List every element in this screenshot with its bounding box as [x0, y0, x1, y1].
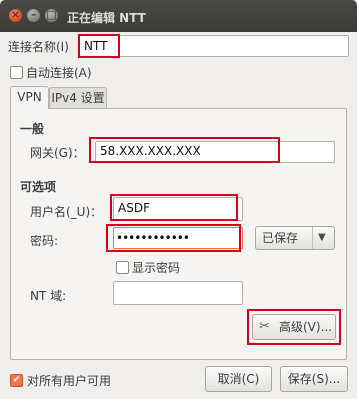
chevron-down-icon: ▼ — [318, 232, 326, 243]
general-heading: 一般 — [20, 122, 45, 136]
show-password-checkbox[interactable] — [116, 261, 129, 274]
show-password-label: 显示密码 — [132, 261, 181, 275]
nt-domain-input[interactable] — [113, 281, 243, 305]
check-icon: ✔ — [12, 375, 21, 385]
connection-name-label: 连接名称(I) — [8, 40, 69, 54]
username-value: ASDF — [118, 201, 150, 215]
cancel-button[interactable]: 取消(C) — [205, 366, 272, 392]
password-store-combo[interactable]: 已保存 ▼ — [255, 226, 335, 250]
connection-name-value: NTT — [78, 34, 120, 58]
auto-connect-checkbox[interactable] — [10, 66, 23, 79]
gateway-value: 58.XXX.XXX.XXX — [100, 144, 201, 158]
close-icon: × — [10, 8, 21, 21]
password-label: 密码: — [30, 234, 59, 248]
tools-icon: ✂ — [259, 319, 270, 334]
window-title: 正在编辑 NTT — [67, 11, 146, 25]
minimize-icon: – — [30, 8, 37, 21]
close-window-button[interactable]: × — [9, 8, 22, 22]
optional-heading: 可选项 — [20, 180, 57, 194]
save-button[interactable]: 保存(S)... — [280, 366, 348, 392]
advanced-button[interactable]: ✂ 高级(V)... — [252, 314, 336, 340]
minimize-window-button[interactable]: – — [27, 8, 40, 22]
tab-vpn[interactable]: VPN — [10, 86, 49, 109]
all-users-label: 对所有用户可用 — [27, 374, 112, 388]
password-store-value: 已保存 — [262, 231, 299, 245]
tab-ipv4[interactable]: IPv4 设置 — [49, 87, 107, 109]
combo-divider — [312, 227, 313, 249]
nt-domain-label: NT 域: — [30, 289, 67, 303]
username-label: 用户名(_U)： — [30, 205, 103, 219]
advanced-button-label: 高级(V)... — [279, 320, 333, 334]
maximize-icon: □ — [46, 8, 57, 21]
all-users-checkbox[interactable]: ✔ — [10, 374, 23, 387]
auto-connect-label: 自动连接(A) — [26, 66, 92, 80]
maximize-window-button[interactable]: □ — [45, 8, 58, 22]
gateway-label: 网关(G)： — [30, 146, 85, 160]
password-value: •••••••••••• — [116, 231, 190, 245]
